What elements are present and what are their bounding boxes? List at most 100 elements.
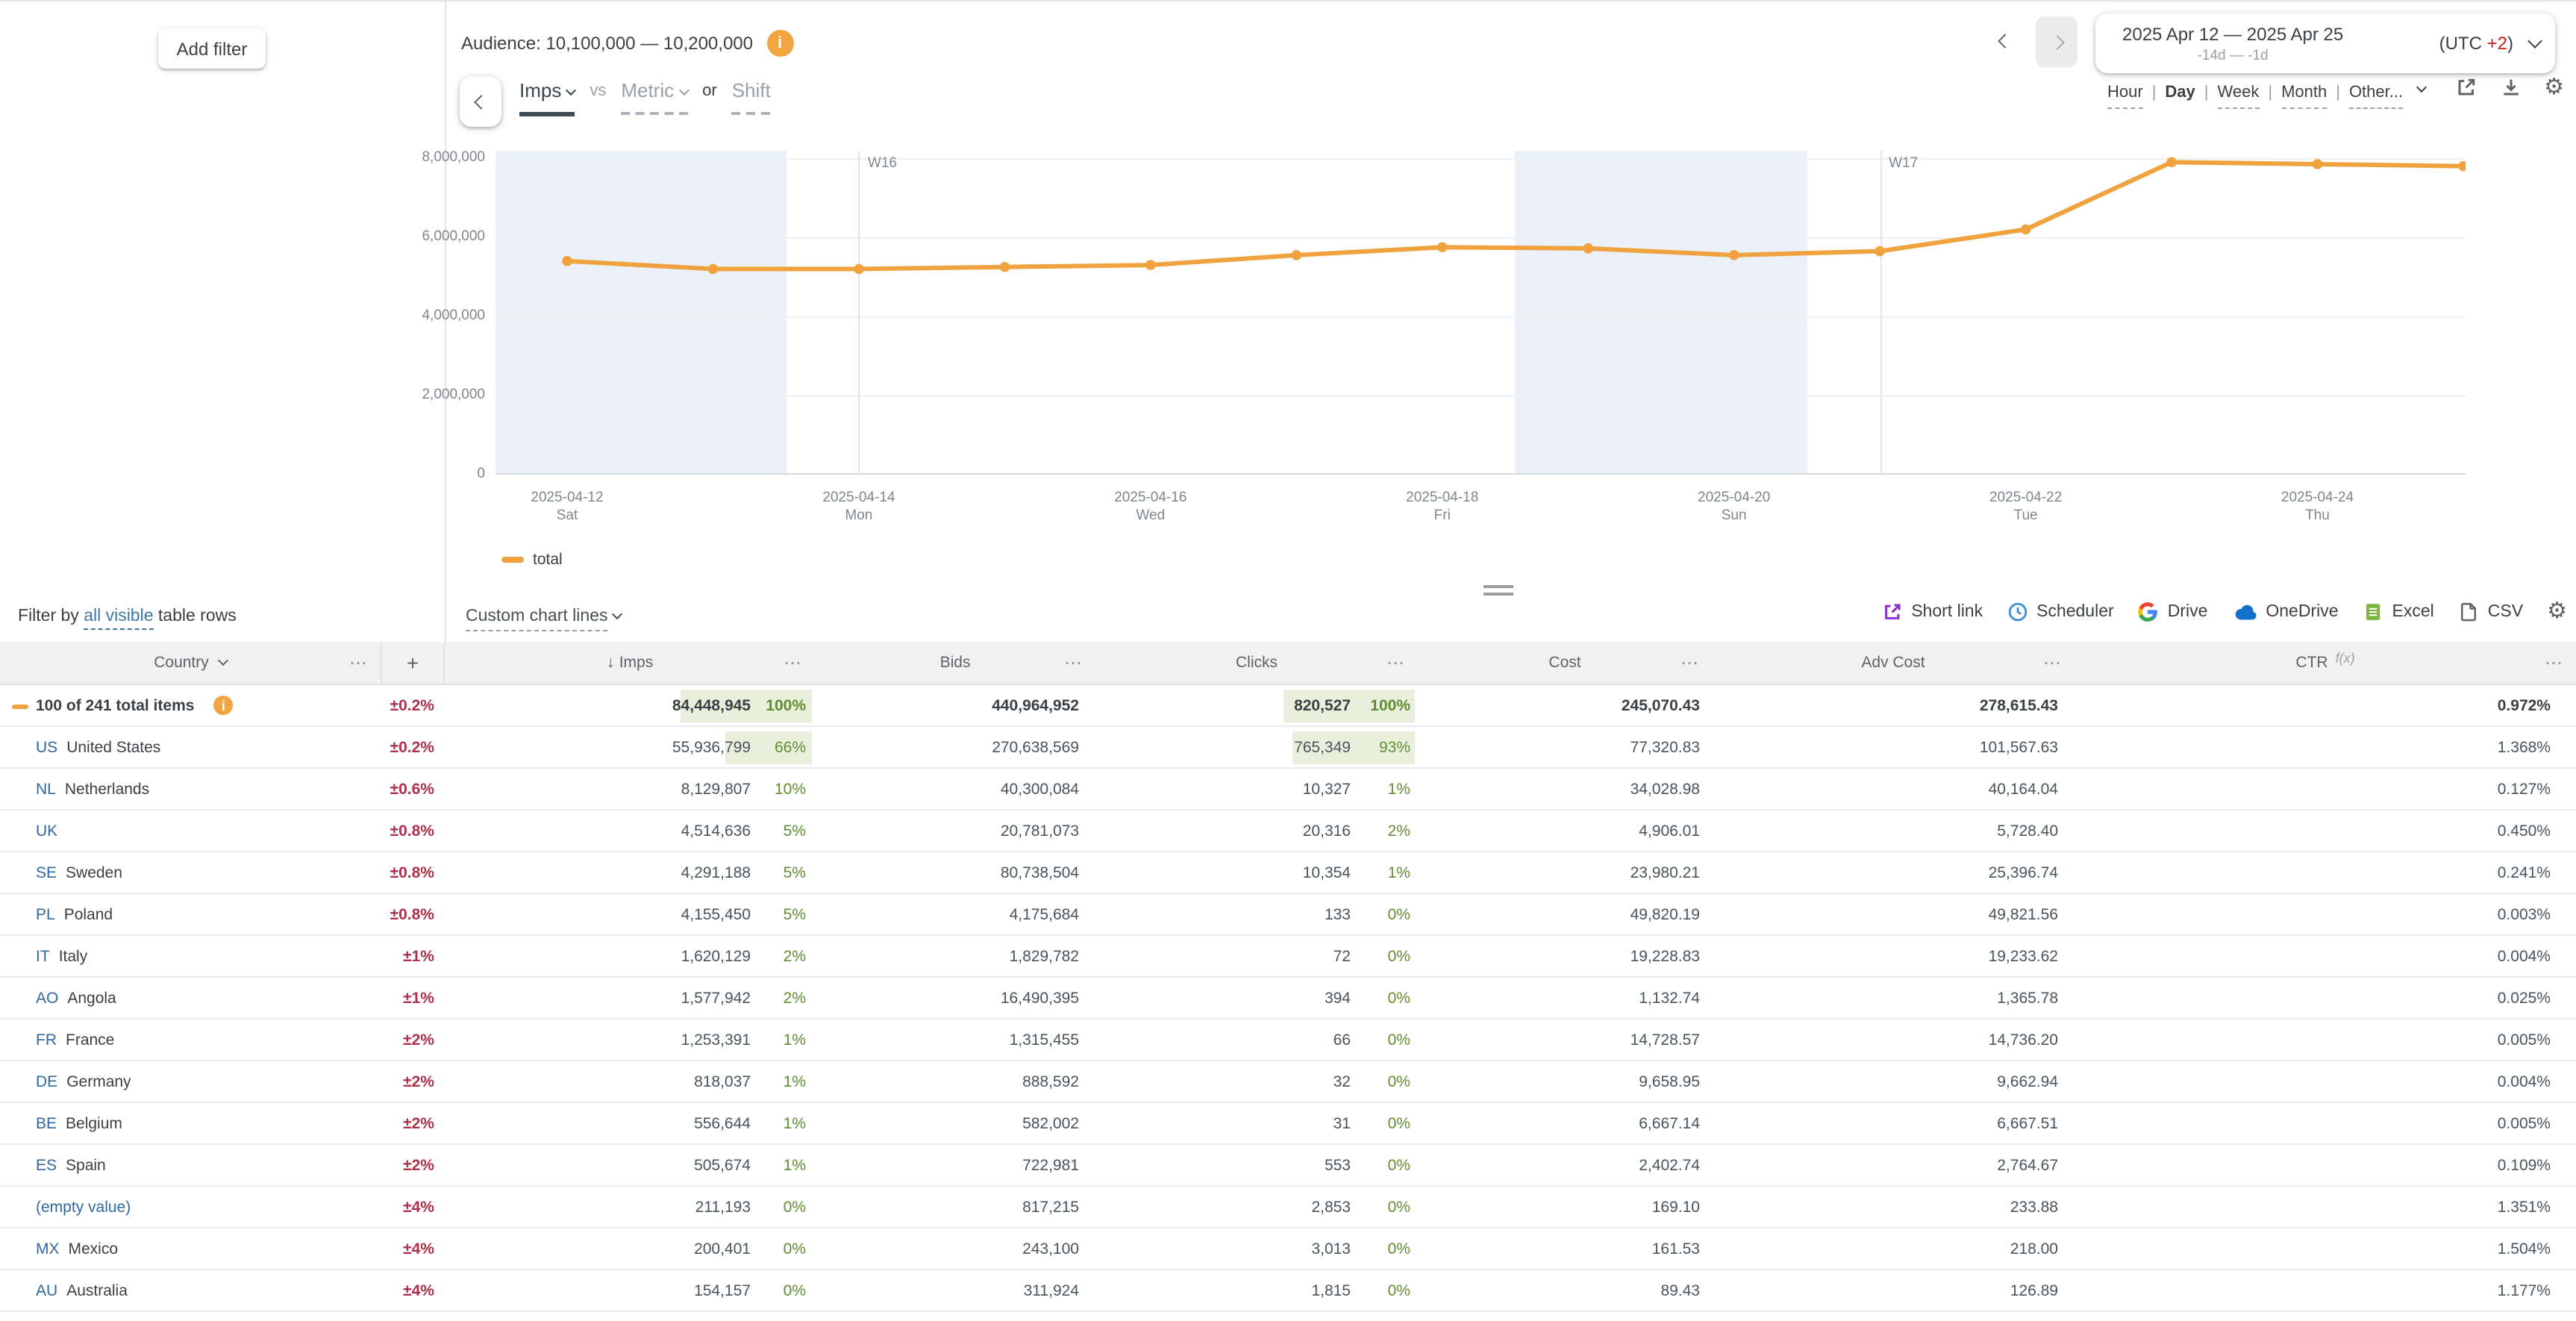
column-menu-icon[interactable]: ⋯ <box>1387 652 1406 673</box>
column-menu-icon[interactable]: ⋯ <box>2043 652 2063 673</box>
table-row[interactable]: DE Germany ±2% 818,037 1% 888,592 32 0% 9,658.95… <box>0 1061 2576 1103</box>
date-range-picker[interactable]: 2025 Apr 12 — 2025 Apr 25 -14d — -1d (UT… <box>2095 13 2555 73</box>
data-point[interactable] <box>999 261 1010 272</box>
table-row[interactable]: PL Poland ±0.8% 4,155,450 5% 4,175,684 133 0% 49… <box>0 894 2576 936</box>
table-row[interactable]: ES Spain ±2% 505,674 1% 722,981 553 0% 2,402.74 2… <box>0 1145 2576 1187</box>
imps-percent: 1% <box>783 1114 806 1132</box>
excel-export-button[interactable]: Excel <box>2363 601 2434 622</box>
audience-header: Audience: 10,100,000 — 10,200,000 i <box>461 30 793 57</box>
column-menu-icon[interactable]: ⋯ <box>1681 652 1700 673</box>
ctr-value: 0.004% <box>2497 1072 2551 1090</box>
data-point[interactable] <box>1728 250 1739 260</box>
country-code: AU <box>36 1281 58 1299</box>
data-point[interactable] <box>2166 157 2177 168</box>
data-point[interactable] <box>854 263 864 275</box>
custom-chart-lines-select[interactable]: Custom chart lines <box>466 608 623 631</box>
data-point[interactable] <box>2458 160 2466 172</box>
table-settings-gear-icon[interactable]: ⚙ <box>2547 600 2567 622</box>
country-name: United States <box>66 738 161 756</box>
table-row[interactable]: UK ±0.8% 4,514,636 5% 20,781,073 20,316 2% 4,90… <box>0 811 2576 852</box>
info-icon[interactable]: i <box>213 696 234 715</box>
granularity-option-month[interactable]: Month <box>2281 84 2328 109</box>
download-icon[interactable] <box>2499 76 2522 99</box>
granularity-option-hour[interactable]: Hour <box>2107 84 2143 109</box>
column-menu-icon[interactable]: ⋯ <box>784 652 803 673</box>
open-in-new-icon[interactable] <box>2454 76 2477 99</box>
granularity-option-week[interactable]: Week <box>2217 84 2260 109</box>
column-header-clicks[interactable]: Clicks ⋯ <box>1095 642 1418 684</box>
info-icon[interactable]: i <box>766 30 793 57</box>
imps-value: 1,577,942 <box>681 989 751 1007</box>
onedrive-export-button[interactable]: OneDrive <box>2231 602 2339 620</box>
chart-back-button[interactable] <box>460 76 501 127</box>
column-header-adv-cost[interactable]: Adv Cost ⋯ <box>1712 642 2075 684</box>
data-point[interactable] <box>1291 250 1302 260</box>
data-point[interactable] <box>1875 246 1885 257</box>
data-point[interactable] <box>1437 242 1448 253</box>
table-row[interactable]: NL Netherlands ±0.6% 8,129,807 10% 40,300,084… <box>0 769 2576 811</box>
bids-value: 1,829,782 <box>1009 947 1079 965</box>
column-menu-icon[interactable]: ⋯ <box>349 652 369 673</box>
clicks-percent: 0% <box>1387 989 1410 1007</box>
data-point[interactable] <box>1145 260 1156 270</box>
table-row[interactable]: MX Mexico ±4% 200,401 0% 243,100 3,013 0% 161.53… <box>0 1228 2576 1270</box>
shift-select[interactable]: Shift <box>731 79 771 115</box>
prev-period-button[interactable] <box>1998 27 2013 54</box>
scheduler-button[interactable]: Scheduler <box>2007 601 2114 622</box>
column-header-bids[interactable]: Bids ⋯ <box>815 642 1095 684</box>
uncertainty-cell: ±0.8% <box>390 822 434 840</box>
onedrive-cloud-icon <box>2236 604 2257 619</box>
chart-table-splitter[interactable] <box>1484 585 1513 600</box>
data-point[interactable] <box>707 263 719 275</box>
timezone-selector[interactable]: (UTC +2) <box>2439 33 2542 54</box>
all-visible-link[interactable]: all visible <box>84 608 154 630</box>
ctr-value: 0.005% <box>2497 1031 2551 1049</box>
column-header-cost[interactable]: Cost ⋯ <box>1418 642 1712 684</box>
data-point[interactable] <box>2312 159 2323 169</box>
bids-value: 80,738,504 <box>1000 864 1079 881</box>
table-row[interactable]: 100 of 241 total items i ±0.2% 84,448,945 10… <box>0 685 2576 727</box>
granularity-option-day[interactable]: Day <box>2165 84 2195 109</box>
csv-export-button[interactable]: CSV <box>2458 601 2523 622</box>
table-row[interactable]: AU Australia ±4% 154,157 0% 311,924 1,815 0% 89.… <box>0 1270 2576 1312</box>
table-row[interactable]: (empty value) ±4% 211,193 0% 817,215 2,853 0% 1… <box>0 1187 2576 1228</box>
table-row[interactable]: US United States ±0.2% 55,936,799 66% 270,638… <box>0 727 2576 769</box>
compare-metric-select[interactable]: Metric <box>621 79 690 115</box>
column-menu-icon[interactable]: ⋯ <box>1064 652 1084 673</box>
country-cell: BE Belgium <box>0 1103 382 1143</box>
add-column-button[interactable]: + <box>382 642 445 684</box>
cost-cell: 77,320.83 <box>1418 727 1712 767</box>
country-code: MX <box>36 1240 60 1258</box>
column-header-ctr[interactable]: CTR f(x) ⋯ <box>2075 642 2576 684</box>
add-filter-button[interactable]: Add filter <box>158 28 266 69</box>
data-point[interactable] <box>2020 224 2031 235</box>
column-header-country[interactable]: Country ⋯ <box>0 642 382 684</box>
table-row[interactable]: AO Angola ±1% 1,577,942 2% 16,490,395 394 0% 1,1… <box>0 978 2576 1019</box>
table-row[interactable]: BE Belgium ±2% 556,644 1% 582,002 31 0% 6,667.14… <box>0 1103 2576 1145</box>
table-row[interactable]: IT Italy ±1% 1,620,129 2% 1,829,782 72 0% 19,228… <box>0 936 2576 978</box>
table-row[interactable]: SE Sweden ±0.8% 4,291,188 5% 80,738,504 10,354… <box>0 852 2576 894</box>
short-link-button[interactable]: Short link <box>1881 601 1983 622</box>
next-period-button[interactable] <box>2036 16 2078 67</box>
chart-legend-item[interactable]: total <box>501 551 563 569</box>
ctr-value: 1.351% <box>2497 1198 2551 1216</box>
y-tick-label: 2,000,000 <box>422 387 485 403</box>
primary-metric-select[interactable]: Imps <box>519 79 577 116</box>
data-point[interactable] <box>562 256 572 266</box>
gear-icon[interactable]: ⚙ <box>2544 76 2564 99</box>
imps-value: 1,620,129 <box>681 947 751 965</box>
legend-label: total <box>533 551 563 569</box>
cost-value: 169.10 <box>1651 1198 1700 1216</box>
bids-cell: 817,215 <box>815 1187 1095 1227</box>
ctr-cell: 0.005% <box>2075 1103 2576 1143</box>
table-row[interactable]: FR France ±2% 1,253,391 1% 1,315,455 66 0% 14,72… <box>0 1019 2576 1061</box>
data-point[interactable] <box>1583 243 1594 254</box>
column-menu-icon[interactable]: ⋯ <box>2545 652 2564 673</box>
column-header-imps[interactable]: ↓ Imps ⋯ <box>445 642 815 684</box>
granularity-option-other[interactable]: Other... <box>2348 84 2404 109</box>
drive-export-button[interactable]: Drive <box>2138 601 2207 622</box>
chevron-right-icon <box>2049 34 2064 49</box>
adv-cost-cell: 6,667.51 <box>1712 1103 2075 1143</box>
clicks-value: 10,327 <box>1302 780 1351 798</box>
ctr-cell: 1.504% <box>2075 1228 2576 1269</box>
